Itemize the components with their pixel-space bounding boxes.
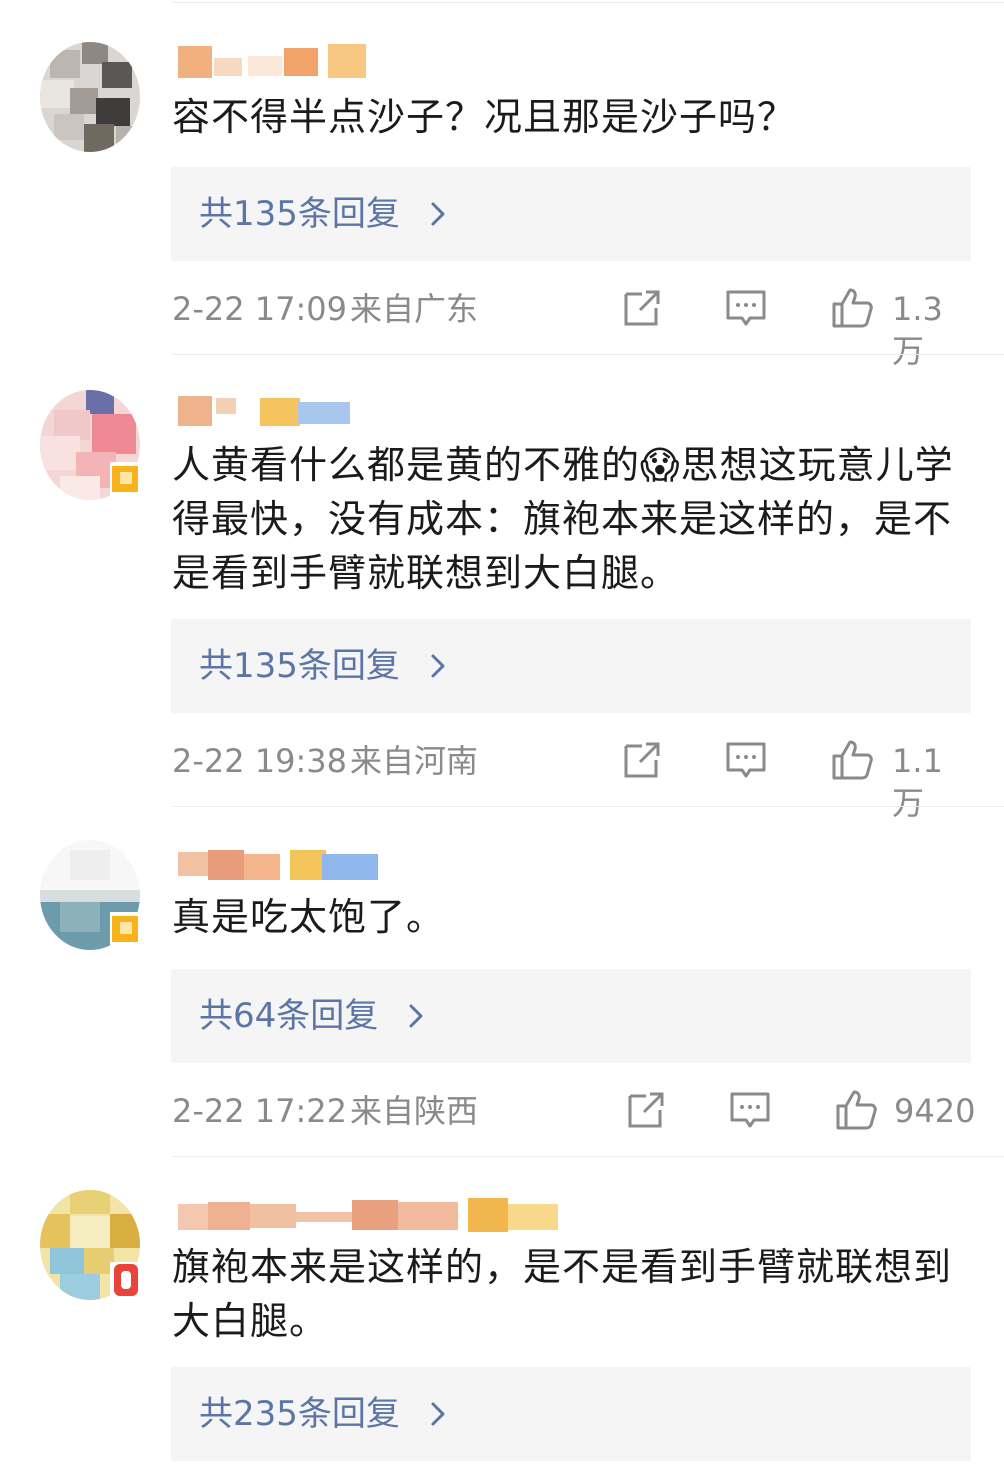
comment-icon[interactable] bbox=[724, 286, 768, 330]
username[interactable] bbox=[178, 44, 378, 78]
comment-meta: 2-22 19:38 来自河南 1.1万 bbox=[172, 736, 972, 822]
username[interactable] bbox=[178, 1198, 568, 1232]
like-count: 9420 bbox=[894, 1092, 976, 1130]
username[interactable] bbox=[178, 848, 388, 882]
replies-count: 共64条回复 bbox=[199, 996, 379, 1036]
timestamp: 2-22 17:22 bbox=[172, 1092, 348, 1130]
replies-count: 共135条回复 bbox=[199, 646, 400, 686]
chevron-right-icon bbox=[431, 202, 445, 226]
divider bbox=[172, 806, 1004, 807]
like-count: 1.1万 bbox=[892, 742, 943, 822]
chevron-right-icon bbox=[431, 1402, 445, 1426]
vip-badge-icon bbox=[110, 1262, 142, 1298]
comment-meta: 2-22 17:09 来自广东 1.3万 bbox=[172, 284, 972, 370]
divider bbox=[172, 354, 1004, 355]
location: 来自河南 bbox=[350, 742, 479, 780]
replies-count: 共135条回复 bbox=[199, 194, 400, 234]
thumbs-up-icon[interactable] bbox=[830, 738, 874, 782]
comment-meta: 2-22 17:22 来自陕西 9420 bbox=[172, 1086, 976, 1136]
share-icon[interactable] bbox=[624, 1088, 668, 1132]
divider bbox=[172, 1156, 1004, 1157]
thumbs-up-icon[interactable] bbox=[830, 286, 874, 330]
chevron-right-icon bbox=[431, 654, 445, 678]
verified-badge-icon bbox=[110, 462, 142, 496]
timestamp: 2-22 19:38 bbox=[172, 742, 348, 780]
location: 来自陕西 bbox=[350, 1092, 479, 1130]
chevron-right-icon bbox=[409, 1004, 423, 1028]
replies-link[interactable]: 共64条回复 bbox=[171, 969, 971, 1063]
replies-link[interactable]: 共135条回复 bbox=[171, 167, 971, 261]
comment-text: 真是吃太饱了。 bbox=[172, 895, 446, 939]
replies-count: 共235条回复 bbox=[199, 1394, 400, 1434]
comment-icon[interactable] bbox=[724, 738, 768, 782]
share-icon[interactable] bbox=[620, 286, 664, 330]
comment-text: 容不得半点沙子？况且那是沙子吗？ bbox=[172, 95, 797, 139]
comment-text: 旗袍本来是这样的，是不是看到手臂就联想到大白腿。 bbox=[172, 1245, 953, 1343]
divider bbox=[172, 2, 1004, 3]
comment-text: 人黄看什么都是黄的不雅的😱思想这玩意儿学得最快，没有成本：旗袍本来是这样的，是不… bbox=[172, 443, 954, 595]
thumbs-up-icon[interactable] bbox=[834, 1088, 878, 1132]
location: 来自广东 bbox=[350, 290, 479, 328]
replies-link[interactable]: 共135条回复 bbox=[171, 619, 971, 713]
share-icon[interactable] bbox=[620, 738, 664, 782]
like-count: 1.3万 bbox=[892, 290, 943, 370]
username[interactable] bbox=[178, 392, 358, 426]
timestamp: 2-22 17:09 bbox=[172, 290, 348, 328]
verified-badge-icon bbox=[110, 912, 142, 946]
comment-icon[interactable] bbox=[728, 1088, 772, 1132]
replies-link[interactable]: 共235条回复 bbox=[171, 1367, 971, 1461]
avatar[interactable] bbox=[40, 42, 140, 152]
